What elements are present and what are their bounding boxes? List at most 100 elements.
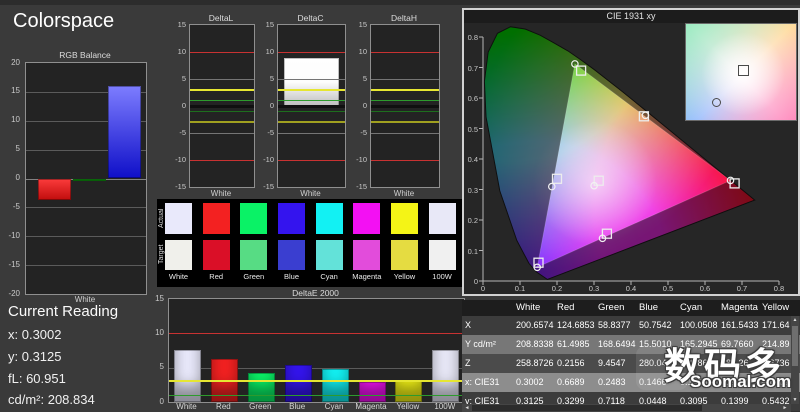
current-reading-title: Current Reading: [8, 303, 118, 320]
ref-line: [371, 111, 439, 112]
swatch-target-yellow: [391, 240, 418, 270]
y-tick-label: 0.8: [463, 33, 478, 42]
zero-axis: [371, 105, 439, 108]
delta_c-plot: [277, 24, 346, 188]
ref-line: [190, 111, 254, 112]
x-axis-label: White: [168, 402, 205, 411]
table-cell: 0.3002: [516, 373, 555, 392]
x-tick-label: 0.6: [696, 284, 714, 293]
table-vertical-scrollbar[interactable]: ▲ ▼: [791, 316, 799, 404]
ref-line: [278, 121, 345, 123]
y-tick-label: 0.1: [463, 247, 478, 256]
rgb-balance-y-axis: 20151050-5-10-15-20: [0, 62, 21, 293]
y-tick-label: 10: [0, 115, 20, 124]
bar-green: [73, 179, 106, 182]
swatch-column-label: Green: [235, 272, 272, 281]
scroll-up-icon[interactable]: ▲: [791, 316, 799, 324]
y-tick-label: 0.2: [463, 216, 478, 225]
scroll-down-icon[interactable]: ▼: [791, 396, 799, 404]
table-cell: 100.0508: [680, 316, 719, 335]
table-header-cell: Yellow: [762, 300, 800, 316]
table-cell: 124.6853: [557, 316, 596, 335]
y-tick-label: 15: [258, 20, 274, 29]
y-tick-label: -10: [258, 155, 274, 164]
y-tick-label: 15: [170, 20, 186, 29]
x-axis-label: White: [277, 189, 344, 198]
y-tick-label: -15: [351, 182, 367, 191]
x-axis-label: Green: [242, 402, 279, 411]
swatch-actual-blue: [278, 203, 305, 234]
ref-line: [190, 100, 254, 101]
table-cell: 0.2156: [557, 354, 596, 373]
scroll-left-icon[interactable]: ◄: [463, 404, 471, 412]
chart-title: DeltaH: [356, 13, 452, 23]
bar-white: [284, 58, 339, 106]
y-tick-label: -10: [170, 155, 186, 164]
table-row-label: X: [465, 316, 514, 335]
y-tick-label: -15: [170, 182, 186, 191]
x-tick-label: 0.2: [548, 284, 566, 293]
y-tick-label: 0: [351, 101, 367, 110]
table-cell: 200.6574: [516, 316, 555, 335]
ref-line: [190, 79, 254, 80]
colorspace-window: Colorspace RGB Balance 20151050-5-10-15-…: [0, 0, 800, 412]
table-cell: 0.2483: [598, 373, 637, 392]
ref-line: [278, 52, 345, 53]
ref-line: [371, 89, 439, 91]
rgb-balance-plot: [25, 62, 147, 295]
y-tick-label: 5: [0, 144, 20, 153]
delta-e-2000-plot: [168, 298, 465, 403]
y-tick-label: 0: [0, 173, 20, 182]
y-tick-label: -5: [351, 128, 367, 137]
ref-line: [190, 52, 254, 53]
swatch-actual-cyan: [316, 203, 343, 234]
ref-line: [190, 160, 254, 161]
ref-line: [278, 133, 345, 134]
table-header-cell: Blue: [639, 300, 678, 316]
swatch-target-cyan: [316, 240, 343, 270]
y-tick-label: 10: [258, 47, 274, 56]
y-tick-label: 5: [148, 362, 164, 371]
ref-line: [371, 121, 439, 123]
table-header-row: WhiteRedGreenBlueCyanMagentaYellow: [462, 300, 800, 316]
table-horizontal-scrollbar[interactable]: ◄ ►: [462, 404, 791, 412]
table-header-cell: White: [516, 300, 555, 316]
vertical-scroll-thumb[interactable]: [792, 326, 798, 366]
ref-line: [371, 160, 439, 161]
gridline: [26, 265, 146, 266]
swatch-column-label: White: [160, 272, 197, 281]
horizontal-scroll-thumb[interactable]: [472, 405, 702, 411]
swatch-column-label: Magenta: [348, 272, 385, 281]
x-axis-label: Blue: [279, 402, 316, 411]
y-tick-label: -10: [351, 155, 367, 164]
table-header-cell: Green: [598, 300, 637, 316]
swatch-target-white: [165, 240, 192, 270]
rgb-balance-title: RGB Balance: [25, 50, 145, 60]
delta_h-plot: [370, 24, 440, 188]
y-tick-label: 0: [170, 101, 186, 110]
inset-target-marker: [738, 65, 749, 76]
y-tick-label: -10: [0, 231, 20, 240]
x-tick-label: 0.7: [733, 284, 751, 293]
ref-line: [371, 79, 439, 80]
y-tick-label: 0.5: [463, 125, 478, 134]
swatch-column-label: Cyan: [311, 272, 348, 281]
table-cell: 161.5433: [721, 316, 760, 335]
table-cell: 61.4985: [557, 335, 596, 354]
scroll-right-icon[interactable]: ►: [781, 404, 789, 412]
x-axis-label: Magenta: [353, 402, 390, 411]
ref-line: [371, 52, 439, 53]
x-tick-label: 0.8: [770, 284, 788, 293]
reading-cdm2: cd/m²: 208.834: [8, 392, 95, 407]
y-tick-label: 5: [258, 74, 274, 83]
y-tick-label: 10: [170, 47, 186, 56]
watermark-subtext: Soomal.com: [690, 372, 791, 392]
swatch-target-green: [240, 240, 267, 270]
y-tick-label: 10: [148, 328, 164, 337]
bar-magenta: [359, 382, 386, 402]
table-row[interactable]: X200.6574124.685358.837750.7542100.05081…: [462, 316, 800, 335]
ref-line: [278, 100, 345, 101]
swatch-target-magenta: [353, 240, 380, 270]
delta-e-2000-title: DeltaE 2000: [168, 288, 463, 298]
swatch-column-label: Blue: [273, 272, 310, 281]
